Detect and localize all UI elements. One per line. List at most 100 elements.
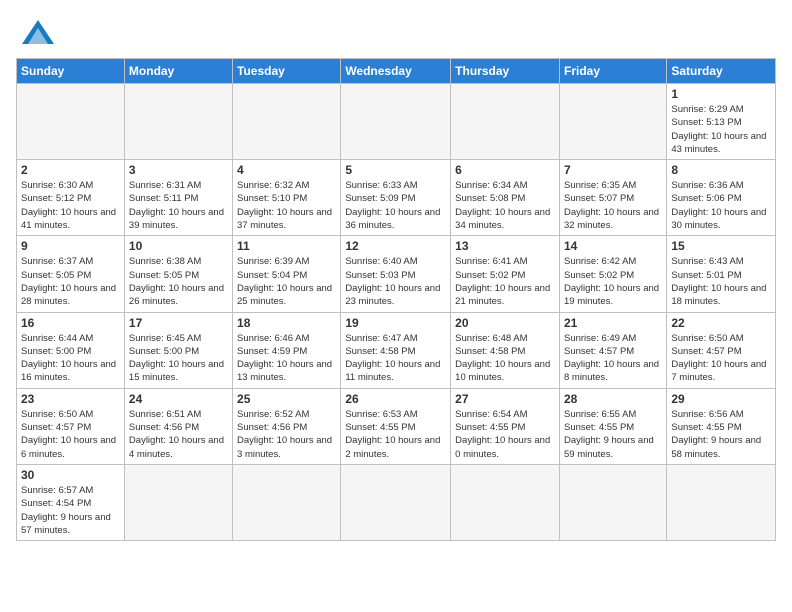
day-number: 11 xyxy=(237,239,336,253)
day-number: 4 xyxy=(237,163,336,177)
calendar-cell xyxy=(451,464,560,540)
day-number: 26 xyxy=(345,392,446,406)
day-number: 27 xyxy=(455,392,555,406)
weekday-header-monday: Monday xyxy=(124,59,232,84)
calendar-cell xyxy=(233,464,341,540)
calendar-cell: 28 Sunrise: 6:55 AMSunset: 4:55 PMDayligh… xyxy=(559,388,666,464)
day-number: 21 xyxy=(564,316,662,330)
day-number: 17 xyxy=(129,316,228,330)
weekday-header-wednesday: Wednesday xyxy=(341,59,451,84)
calendar-cell xyxy=(124,84,232,160)
calendar-week-5: 23 Sunrise: 6:50 AMSunset: 4:57 PMDayligh… xyxy=(17,388,776,464)
day-number: 29 xyxy=(671,392,771,406)
day-number: 23 xyxy=(21,392,120,406)
calendar-cell: 26 Sunrise: 6:53 AMSunset: 4:55 PMDayligh… xyxy=(341,388,451,464)
day-info: Sunrise: 6:53 AMSunset: 4:55 PMDaylight:… xyxy=(345,408,446,461)
calendar-cell: 3Sunrise: 6:31 AMSunset: 5:11 PMDaylight… xyxy=(124,160,232,236)
day-number: 25 xyxy=(237,392,336,406)
calendar-week-4: 16 Sunrise: 6:44 AMSunset: 5:00 PMDayligh… xyxy=(17,312,776,388)
day-number: 22 xyxy=(671,316,771,330)
day-number: 12 xyxy=(345,239,446,253)
day-info: Sunrise: 6:50 AMSunset: 4:57 PMDaylight:… xyxy=(671,332,771,385)
calendar-cell: 9 Sunrise: 6:37 AMSunset: 5:05 PMDaylight… xyxy=(17,236,125,312)
calendar-week-2: 2Sunrise: 6:30 AMSunset: 5:12 PMDaylight… xyxy=(17,160,776,236)
day-number: 14 xyxy=(564,239,662,253)
day-info: Sunrise: 6:39 AMSunset: 5:04 PMDaylight:… xyxy=(237,255,336,308)
day-info: Sunrise: 6:51 AMSunset: 4:56 PMDaylight:… xyxy=(129,408,228,461)
day-info: Sunrise: 6:36 AMSunset: 5:06 PMDaylight:… xyxy=(671,179,771,232)
calendar-cell: 18 Sunrise: 6:46 AMSunset: 4:59 PMDayligh… xyxy=(233,312,341,388)
calendar-cell: 5Sunrise: 6:33 AMSunset: 5:09 PMDaylight… xyxy=(341,160,451,236)
calendar-cell xyxy=(451,84,560,160)
calendar-cell: 14 Sunrise: 6:42 AMSunset: 5:02 PMDayligh… xyxy=(559,236,666,312)
day-number: 30 xyxy=(21,468,120,482)
weekday-header-friday: Friday xyxy=(559,59,666,84)
calendar-cell xyxy=(667,464,776,540)
weekday-header-saturday: Saturday xyxy=(667,59,776,84)
day-number: 1 xyxy=(671,87,771,101)
day-info: Sunrise: 6:40 AMSunset: 5:03 PMDaylight:… xyxy=(345,255,446,308)
day-info: Sunrise: 6:47 AMSunset: 4:58 PMDaylight:… xyxy=(345,332,446,385)
day-info: Sunrise: 6:55 AMSunset: 4:55 PMDaylight:… xyxy=(564,408,662,461)
calendar-cell: 4 Sunrise: 6:32 AMSunset: 5:10 PMDaylight… xyxy=(233,160,341,236)
day-info: Sunrise: 6:54 AMSunset: 4:55 PMDaylight:… xyxy=(455,408,555,461)
calendar-week-3: 9 Sunrise: 6:37 AMSunset: 5:05 PMDaylight… xyxy=(17,236,776,312)
calendar-cell xyxy=(341,464,451,540)
day-number: 19 xyxy=(345,316,446,330)
day-number: 16 xyxy=(21,316,120,330)
calendar-cell: 15 Sunrise: 6:43 AMSunset: 5:01 PMDayligh… xyxy=(667,236,776,312)
day-number: 2 xyxy=(21,163,120,177)
day-info: Sunrise: 6:42 AMSunset: 5:02 PMDaylight:… xyxy=(564,255,662,308)
day-info: Sunrise: 6:50 AMSunset: 4:57 PMDaylight:… xyxy=(21,408,120,461)
day-info: Sunrise: 6:56 AMSunset: 4:55 PMDaylight:… xyxy=(671,408,771,461)
calendar-cell: 13Sunrise: 6:41 AMSunset: 5:02 PMDayligh… xyxy=(451,236,560,312)
calendar-cell: 2Sunrise: 6:30 AMSunset: 5:12 PMDaylight… xyxy=(17,160,125,236)
day-info: Sunrise: 6:35 AMSunset: 5:07 PMDaylight:… xyxy=(564,179,662,232)
day-info: Sunrise: 6:34 AMSunset: 5:08 PMDaylight:… xyxy=(455,179,555,232)
calendar-cell: 16 Sunrise: 6:44 AMSunset: 5:00 PMDayligh… xyxy=(17,312,125,388)
day-info: Sunrise: 6:37 AMSunset: 5:05 PMDaylight:… xyxy=(21,255,120,308)
day-number: 8 xyxy=(671,163,771,177)
calendar-cell xyxy=(17,84,125,160)
logo xyxy=(16,16,56,52)
calendar-cell: 29 Sunrise: 6:56 AMSunset: 4:55 PMDayligh… xyxy=(667,388,776,464)
calendar-cell: 20 Sunrise: 6:48 AMSunset: 4:58 PMDayligh… xyxy=(451,312,560,388)
day-number: 20 xyxy=(455,316,555,330)
day-info: Sunrise: 6:44 AMSunset: 5:00 PMDaylight:… xyxy=(21,332,120,385)
calendar-cell: 27 Sunrise: 6:54 AMSunset: 4:55 PMDayligh… xyxy=(451,388,560,464)
day-number: 13 xyxy=(455,239,555,253)
day-info: Sunrise: 6:45 AMSunset: 5:00 PMDaylight:… xyxy=(129,332,228,385)
calendar-week-6: 30 Sunrise: 6:57 AMSunset: 4:54 PMDayligh… xyxy=(17,464,776,540)
day-info: Sunrise: 6:48 AMSunset: 4:58 PMDaylight:… xyxy=(455,332,555,385)
calendar-week-1: 1 Sunrise: 6:29 AMSunset: 5:13 PMDaylight… xyxy=(17,84,776,160)
calendar-cell: 17 Sunrise: 6:45 AMSunset: 5:00 PMDayligh… xyxy=(124,312,232,388)
day-info: Sunrise: 6:49 AMSunset: 4:57 PMDaylight:… xyxy=(564,332,662,385)
day-info: Sunrise: 6:43 AMSunset: 5:01 PMDaylight:… xyxy=(671,255,771,308)
calendar-cell: 12 Sunrise: 6:40 AMSunset: 5:03 PMDayligh… xyxy=(341,236,451,312)
calendar-cell xyxy=(341,84,451,160)
weekday-header-thursday: Thursday xyxy=(451,59,560,84)
calendar-cell: 21 Sunrise: 6:49 AMSunset: 4:57 PMDayligh… xyxy=(559,312,666,388)
weekday-header-tuesday: Tuesday xyxy=(233,59,341,84)
logo-icon xyxy=(20,16,56,52)
day-number: 18 xyxy=(237,316,336,330)
day-number: 9 xyxy=(21,239,120,253)
calendar-cell: 19 Sunrise: 6:47 AMSunset: 4:58 PMDayligh… xyxy=(341,312,451,388)
day-info: Sunrise: 6:29 AMSunset: 5:13 PMDaylight:… xyxy=(671,103,771,156)
day-info: Sunrise: 6:32 AMSunset: 5:10 PMDaylight:… xyxy=(237,179,336,232)
day-info: Sunrise: 6:33 AMSunset: 5:09 PMDaylight:… xyxy=(345,179,446,232)
calendar-cell: 1 Sunrise: 6:29 AMSunset: 5:13 PMDaylight… xyxy=(667,84,776,160)
day-number: 28 xyxy=(564,392,662,406)
calendar-cell xyxy=(233,84,341,160)
weekday-header-sunday: Sunday xyxy=(17,59,125,84)
calendar-cell: 7 Sunrise: 6:35 AMSunset: 5:07 PMDaylight… xyxy=(559,160,666,236)
day-info: Sunrise: 6:57 AMSunset: 4:54 PMDaylight:… xyxy=(21,484,120,537)
day-number: 10 xyxy=(129,239,228,253)
day-number: 15 xyxy=(671,239,771,253)
day-info: Sunrise: 6:52 AMSunset: 4:56 PMDaylight:… xyxy=(237,408,336,461)
day-number: 7 xyxy=(564,163,662,177)
calendar: SundayMondayTuesdayWednesdayThursdayFrid… xyxy=(16,58,776,541)
calendar-cell: 6Sunrise: 6:34 AMSunset: 5:08 PMDaylight… xyxy=(451,160,560,236)
calendar-cell: 23 Sunrise: 6:50 AMSunset: 4:57 PMDayligh… xyxy=(17,388,125,464)
day-info: Sunrise: 6:46 AMSunset: 4:59 PMDaylight:… xyxy=(237,332,336,385)
